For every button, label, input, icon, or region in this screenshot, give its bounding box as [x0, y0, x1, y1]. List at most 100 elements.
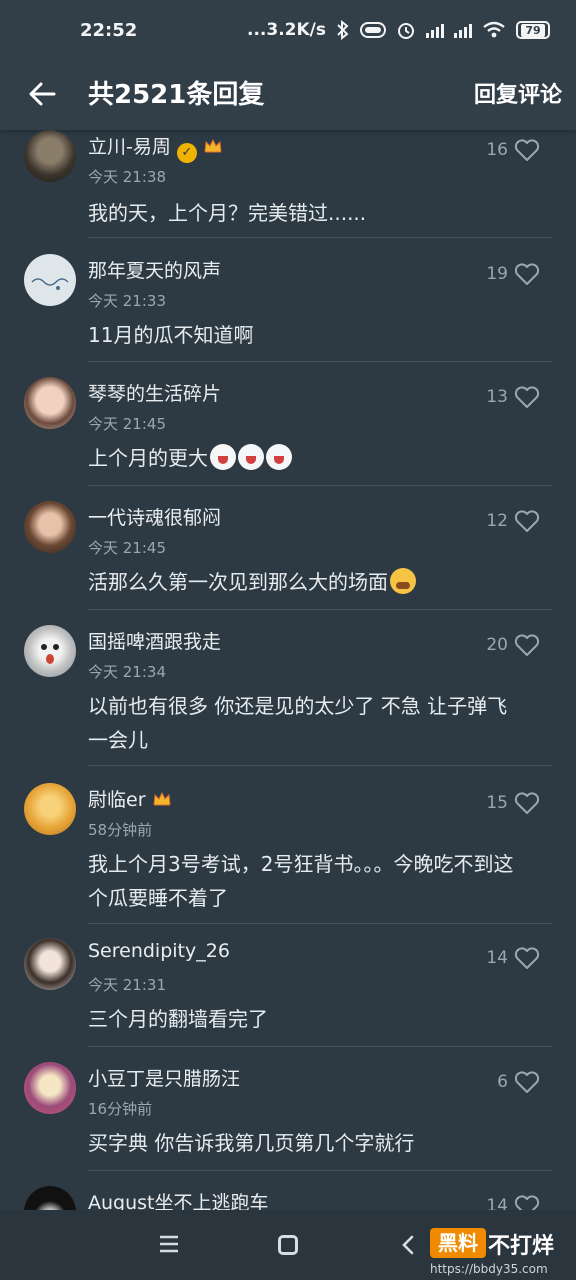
divider [88, 1170, 552, 1171]
comment-time: 今天 21:45 [88, 415, 166, 433]
heart-icon [514, 386, 540, 408]
like-button[interactable]: 14 [486, 1194, 540, 1210]
heart-icon [514, 947, 540, 969]
like-count: 16 [486, 140, 508, 160]
like-button[interactable]: 6 [497, 1070, 540, 1094]
heart-icon [514, 792, 540, 814]
shocked-emoji-icon [266, 444, 292, 470]
like-count: 14 [486, 948, 508, 968]
comment-text[interactable]: 活那么久第一次见到那么大的场面 [88, 565, 558, 599]
face-icon [41, 644, 59, 664]
like-count: 13 [486, 387, 508, 407]
comment-username[interactable]: 琴琴的生活碎片 [88, 379, 221, 406]
wifi-icon [483, 21, 505, 38]
back-arrow-icon[interactable] [26, 77, 60, 111]
page-title: 共2521条回复 [88, 80, 265, 110]
divider [88, 923, 552, 924]
comment-time: 今天 21:33 [88, 292, 166, 310]
toggle-icon [360, 22, 386, 38]
heart-icon [514, 634, 540, 656]
comment-username[interactable]: 国摇啤酒跟我走 [88, 627, 221, 654]
comment-time: 今天 21:34 [88, 663, 166, 681]
avatar[interactable] [24, 783, 76, 835]
comment-username[interactable]: 立川-易周 ✓ [88, 132, 223, 163]
avatar[interactable] [24, 254, 76, 306]
divider [88, 609, 552, 610]
status-icons: ...3.2K/s 79 [247, 20, 550, 40]
status-time: 22:52 [80, 19, 138, 41]
avatar[interactable] [24, 501, 76, 553]
heart-icon [514, 510, 540, 532]
battery-icon: 79 [516, 21, 550, 39]
watermark-box: 黑料 [430, 1228, 486, 1258]
hd-signal-icon [454, 22, 472, 38]
watermark-url: https://bbdy35.com [430, 1262, 548, 1276]
comment-time: 今天 21:38 [88, 168, 166, 186]
like-button[interactable]: 20 [486, 633, 540, 657]
comment-time: 今天 21:31 [88, 976, 166, 994]
comment-time: 58分钟前 [88, 821, 153, 839]
like-count: 12 [486, 511, 508, 531]
shocked-emoji-icon [210, 444, 236, 470]
verified-badge: ✓ [176, 143, 197, 163]
avatar[interactable] [24, 377, 76, 429]
bluetooth-icon [337, 20, 349, 40]
like-button[interactable]: 13 [486, 385, 540, 409]
avatar[interactable] [24, 1186, 76, 1210]
status-bar: 22:52 ...3.2K/s 79 [0, 0, 576, 60]
like-count: 19 [486, 264, 508, 284]
avatar[interactable] [24, 1062, 76, 1114]
crown-badge [204, 138, 222, 153]
like-button[interactable]: 16 [486, 138, 540, 162]
app-bar: 共2521条回复 回复评论 [0, 60, 576, 130]
comment-text[interactable]: 上个月的更大 [88, 441, 558, 475]
like-button[interactable]: 19 [486, 262, 540, 286]
like-button[interactable]: 12 [486, 509, 540, 533]
network-speed: ...3.2K/s [247, 20, 326, 40]
crying-emoji-icon [390, 568, 416, 594]
alarm-icon [398, 23, 414, 39]
comment-username[interactable]: 小豆丁是只腊肠汪 [88, 1064, 240, 1091]
like-count: 6 [497, 1072, 508, 1092]
battery-level: 79 [521, 23, 545, 37]
divider [88, 1046, 552, 1047]
menu-icon[interactable] [158, 1234, 180, 1254]
comment-list[interactable]: 立川-易周 ✓ 今天 21:38 我的天，上个月？完美错过...... 16 那年… [0, 130, 576, 1210]
heart-icon [514, 1071, 540, 1093]
shocked-emoji-icon [238, 444, 264, 470]
back-icon[interactable] [400, 1234, 416, 1256]
avatar[interactable] [24, 625, 76, 677]
comment-time: 今天 21:45 [88, 539, 166, 557]
comment-time: 16分钟前 [88, 1100, 153, 1118]
reply-comment-button[interactable]: 回复评论 [474, 77, 562, 109]
like-button[interactable]: 15 [486, 791, 540, 815]
divider [88, 485, 552, 486]
like-button[interactable]: 14 [486, 946, 540, 970]
avatar[interactable] [24, 130, 76, 182]
comment-text[interactable]: 11月的瓜不知道啊 [88, 318, 558, 352]
comment-text[interactable]: 买字典 你告诉我第几页第几个字就行 [88, 1126, 558, 1160]
crown-badge [152, 791, 171, 806]
divider [88, 237, 552, 238]
comment-text[interactable]: 我的天，上个月？完美错过...... [88, 196, 558, 230]
system-nav-bar: 黑料 不打烊 https://bbdy35.com [0, 1210, 576, 1280]
comment-username[interactable]: 一代诗魂很郁闷 [88, 503, 221, 530]
comment-text[interactable]: 以前也有很多 你还是见的太少了 不急 让子弹飞 一会儿 [88, 689, 558, 757]
comment-username[interactable]: August坐不上逃跑车 [88, 1188, 269, 1210]
watermark-logo: 黑料 不打烊 https://bbdy35.com [430, 1228, 570, 1276]
comment-username[interactable]: 尉临er [88, 785, 172, 812]
comment-text[interactable]: 我上个月3号考试，2号狂背书。。。今晚吃不到这 个瓜要睡不着了 [88, 847, 558, 915]
divider [88, 361, 552, 362]
comment-text[interactable]: 三个月的翻墙看完了 [88, 1002, 558, 1036]
like-count: 15 [486, 793, 508, 813]
watermark-text: 不打烊 [488, 1234, 555, 1259]
comment-username[interactable]: 那年夏天的风声 [88, 256, 221, 283]
avatar-art-icon [31, 278, 69, 290]
heart-icon [514, 139, 540, 161]
home-icon[interactable] [278, 1235, 298, 1255]
hd-signal-icon [426, 22, 444, 38]
comment-username[interactable]: Serendipity_26 [88, 940, 230, 962]
avatar[interactable] [24, 938, 76, 990]
like-count: 14 [486, 1196, 508, 1210]
like-count: 20 [486, 635, 508, 655]
